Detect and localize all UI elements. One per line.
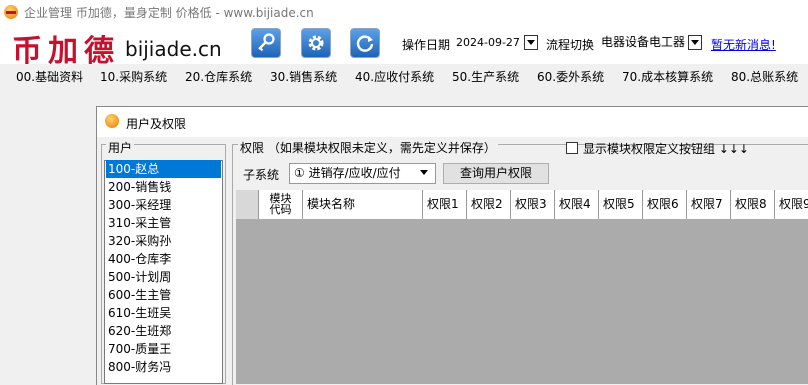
app-logo-icon bbox=[4, 5, 18, 19]
refresh-icon bbox=[356, 35, 374, 52]
grid-col-module-code[interactable]: 模块 代码 bbox=[258, 190, 302, 219]
grid-col-perm1[interactable]: 权限1 bbox=[422, 190, 466, 219]
refresh-button[interactable] bbox=[350, 28, 380, 58]
flow-dropdown-button[interactable] bbox=[688, 35, 702, 50]
permissions-grid[interactable] bbox=[236, 190, 808, 384]
flow-switch-label: 流程切换 bbox=[546, 38, 595, 52]
user-list-item[interactable]: 400-仓库李 bbox=[106, 250, 221, 268]
grid-col-perm5[interactable]: 权限5 bbox=[598, 190, 642, 219]
chevron-down-icon bbox=[420, 170, 428, 175]
menu-cost-accounting[interactable]: 70.成本核算系统 bbox=[622, 68, 713, 85]
user-list-item[interactable]: 610-生班吴 bbox=[106, 304, 221, 322]
dialog-title-bar bbox=[97, 107, 808, 137]
user-list-item[interactable]: 310-采主管 bbox=[106, 214, 221, 232]
key-icon bbox=[258, 33, 275, 52]
dialog-title: 用户及权限 bbox=[126, 117, 187, 131]
user-list-item[interactable]: 320-采购孙 bbox=[106, 232, 221, 250]
query-user-permissions-button[interactable]: 查询用户权限 bbox=[443, 163, 549, 184]
operation-date-label: 操作日期 bbox=[402, 38, 451, 52]
menu-warehouse[interactable]: 20.仓库系统 bbox=[185, 68, 252, 85]
date-dropdown-button[interactable] bbox=[524, 35, 538, 50]
grid-col-perm8[interactable]: 权限8 bbox=[730, 190, 774, 219]
user-list-item[interactable]: 500-计划周 bbox=[106, 268, 221, 286]
grid-col-perm4[interactable]: 权限4 bbox=[554, 190, 598, 219]
menu-basic-data[interactable]: 00.基础资料 bbox=[16, 68, 83, 85]
users-legend: 用户 bbox=[106, 139, 135, 156]
user-list-item[interactable]: 600-生主管 bbox=[106, 286, 221, 304]
subsystem-label: 子系统 bbox=[243, 168, 280, 182]
menu-sales[interactable]: 30.销售系统 bbox=[270, 68, 337, 85]
user-list-item[interactable]: 300-采经理 bbox=[106, 196, 221, 214]
grid-col-perm9[interactable]: 权限9 bbox=[774, 190, 808, 219]
grid-col-perm2[interactable]: 权限2 bbox=[466, 190, 510, 219]
messages-link[interactable]: 暂无新消息! bbox=[711, 36, 776, 53]
user-list-item[interactable]: 620-生班郑 bbox=[106, 322, 221, 340]
settings-button[interactable] bbox=[301, 28, 331, 58]
grid-col-perm3[interactable]: 权限3 bbox=[510, 190, 554, 219]
grid-col-module-name[interactable]: 模块名称 bbox=[302, 190, 422, 219]
grid-col-perm7[interactable]: 权限7 bbox=[686, 190, 730, 219]
menu-production[interactable]: 50.生产系统 bbox=[452, 68, 519, 85]
key-button[interactable] bbox=[251, 28, 281, 58]
grid-col-perm6[interactable]: 权限6 bbox=[642, 190, 686, 219]
grid-row-selector-corner bbox=[236, 190, 258, 219]
user-list-item[interactable]: 700-质量王 bbox=[106, 340, 221, 358]
permissions-legend: 权限 （如果模块权限未定义，需先定义并保存） bbox=[238, 139, 498, 156]
window-title: 企业管理 币加德，量身定制 价格低 - www.bijiade.cn bbox=[24, 6, 314, 20]
menu-purchasing[interactable]: 10.采购系统 bbox=[100, 68, 167, 85]
gear-icon bbox=[308, 35, 324, 51]
show-define-buttons-checkbox[interactable] bbox=[566, 142, 578, 154]
menu-general-ledger[interactable]: 80.总账系统 bbox=[731, 68, 798, 85]
menu-outsourcing[interactable]: 60.委外系统 bbox=[537, 68, 604, 85]
subsystem-select[interactable]: ① 进销存/应收/应付 bbox=[289, 163, 436, 184]
user-list-item[interactable]: 800-财务冯 bbox=[106, 358, 221, 376]
user-list-item[interactable]: 100-赵总 bbox=[106, 160, 221, 178]
show-define-buttons-label[interactable]: 显示模块权限定义按钮组 ↓↓↓ bbox=[583, 140, 749, 157]
dialog-app-icon bbox=[105, 114, 119, 128]
menu-receivables[interactable]: 40.应收付系统 bbox=[355, 68, 434, 85]
user-list-item[interactable]: 200-销售钱 bbox=[106, 178, 221, 196]
brand-logo-url: bijiade.cn bbox=[125, 37, 222, 61]
